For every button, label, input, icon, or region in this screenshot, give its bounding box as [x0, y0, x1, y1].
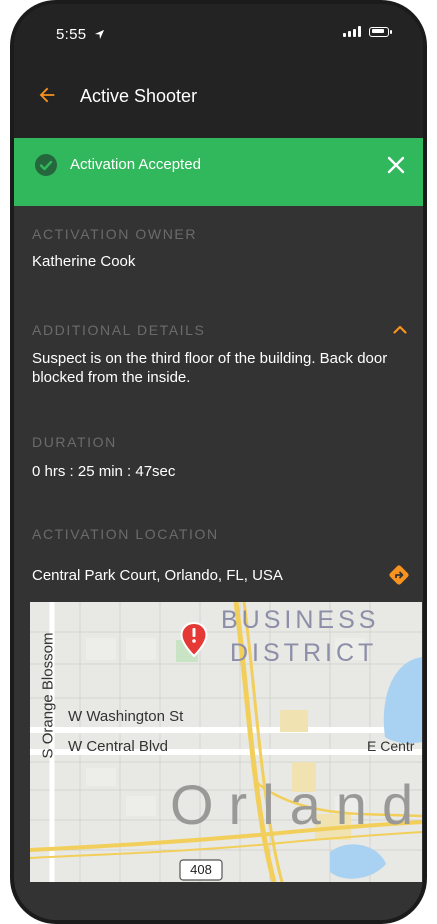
- phone-frame: 5:55 Active Shooter Activation Accepted …: [10, 0, 427, 924]
- map-street-washington: W Washington St: [68, 708, 184, 725]
- activation-owner-label: ACTIVATION OWNER: [32, 226, 198, 242]
- activation-accepted-banner: Activation Accepted: [14, 138, 423, 206]
- activation-location-value: Central Park Court, Orlando, FL, USA: [32, 567, 283, 584]
- back-arrow-icon[interactable]: [36, 84, 58, 106]
- map-street-central: W Central Blvd: [68, 738, 169, 755]
- map-city-label: Orland: [170, 773, 422, 836]
- directions-icon[interactable]: [387, 563, 411, 587]
- duration-value: 0 hrs : 25 min : 47sec: [32, 463, 176, 480]
- map-district-line2: DISTRICT: [230, 639, 378, 667]
- top-app-bar: 5:55 Active Shooter: [14, 4, 423, 138]
- map-route-shield: 408: [190, 862, 212, 877]
- banner-message: Activation Accepted: [70, 156, 201, 173]
- additional-details-label: ADDITIONAL DETAILS: [32, 322, 206, 338]
- map-street-vertical: S Orange Blossom: [39, 632, 57, 759]
- signal-icon: [343, 26, 361, 37]
- close-icon[interactable]: [387, 156, 405, 174]
- map-pin-icon: [180, 622, 208, 658]
- app-screen: 5:55 Active Shooter Activation Accepted …: [14, 4, 423, 920]
- check-circle-icon: [35, 154, 57, 176]
- status-time-text: 5:55: [56, 26, 87, 43]
- location-arrow-icon: [94, 29, 104, 40]
- status-bar-time: 5:55: [56, 26, 105, 43]
- chevron-up-icon[interactable]: [393, 324, 407, 334]
- location-map[interactable]: BUSINESS DISTRICT S Orange Blossom W Was…: [30, 602, 422, 882]
- map-district-line1: BUSINESS: [221, 606, 380, 634]
- map-street-east-central: E Centr: [367, 738, 415, 754]
- activation-owner-value: Katherine Cook: [32, 253, 136, 270]
- additional-details-value: Suspect is on the third floor of the bui…: [32, 350, 388, 386]
- page-title: Active Shooter: [80, 86, 198, 106]
- duration-label: DURATION: [32, 434, 117, 450]
- status-icons: [343, 26, 392, 37]
- activation-location-label: ACTIVATION LOCATION: [32, 526, 219, 542]
- battery-icon: [369, 26, 392, 37]
